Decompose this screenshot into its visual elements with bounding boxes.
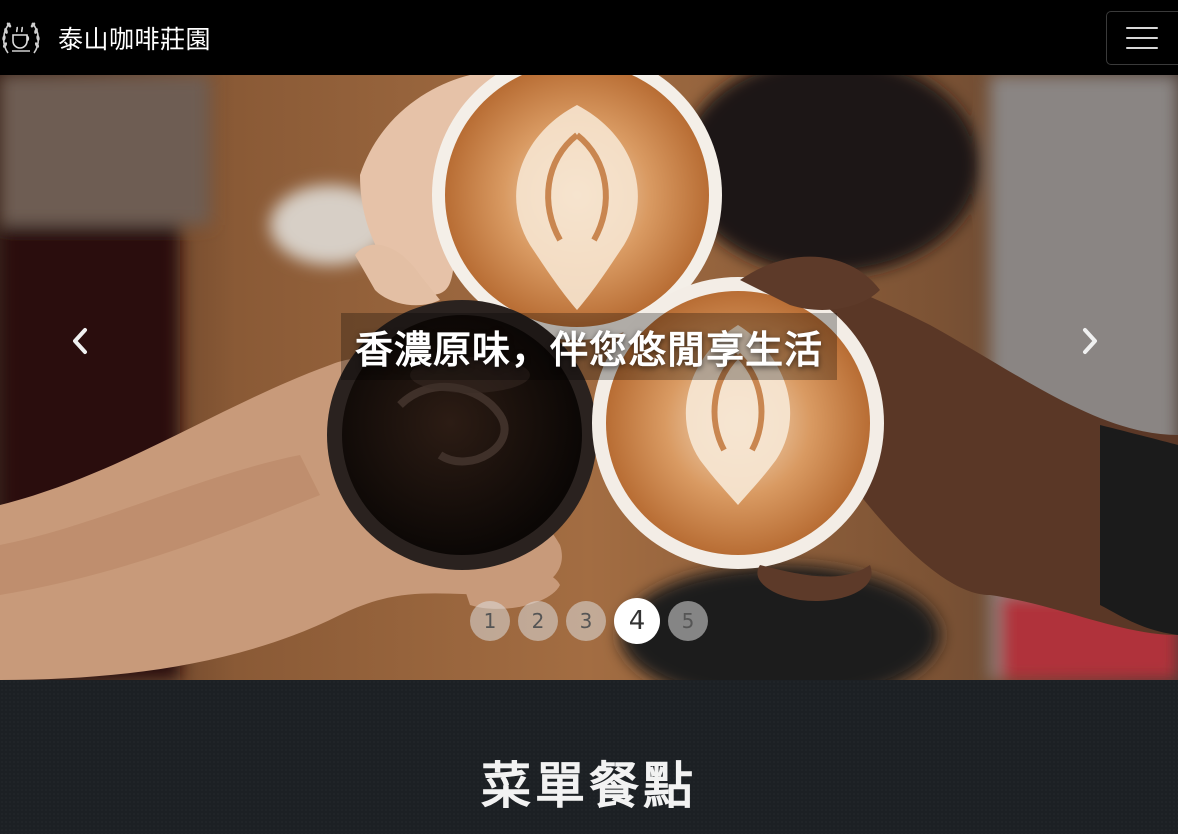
carousel-indicator-5[interactable]: 5 [668, 601, 708, 641]
laurel-coffee-crest-icon [2, 21, 40, 53]
chevron-left-icon [73, 328, 87, 354]
hamburger-menu-icon [1126, 47, 1158, 49]
carousel-indicator-2[interactable]: 2 [518, 601, 558, 641]
hamburger-menu-icon [1126, 37, 1158, 39]
navbar: 泰山咖啡莊園 [0, 0, 1178, 75]
brand-name: 泰山咖啡莊園 [58, 24, 212, 54]
carousel-next-button[interactable] [1070, 313, 1110, 369]
menu-section-title: 菜單餐點 [481, 757, 697, 815]
carousel-slide-image [0, 75, 1178, 680]
carousel-indicator-3[interactable]: 3 [566, 601, 606, 641]
menu-section: 菜單餐點 [0, 680, 1178, 834]
carousel-indicator-1[interactable]: 1 [470, 601, 510, 641]
carousel-indicators: 1 2 3 4 5 [0, 598, 1178, 644]
navbar-toggle-button[interactable] [1106, 11, 1178, 65]
carousel-indicator-4[interactable]: 4 [614, 598, 660, 644]
hamburger-menu-icon [1126, 27, 1158, 29]
carousel-prev-button[interactable] [60, 313, 100, 369]
chevron-right-icon [1083, 328, 1097, 354]
brand-link[interactable]: 泰山咖啡莊園 [0, 0, 211, 75]
hero-carousel: 香濃原味，伴您悠閒享生活 1 2 3 4 5 [0, 75, 1178, 680]
